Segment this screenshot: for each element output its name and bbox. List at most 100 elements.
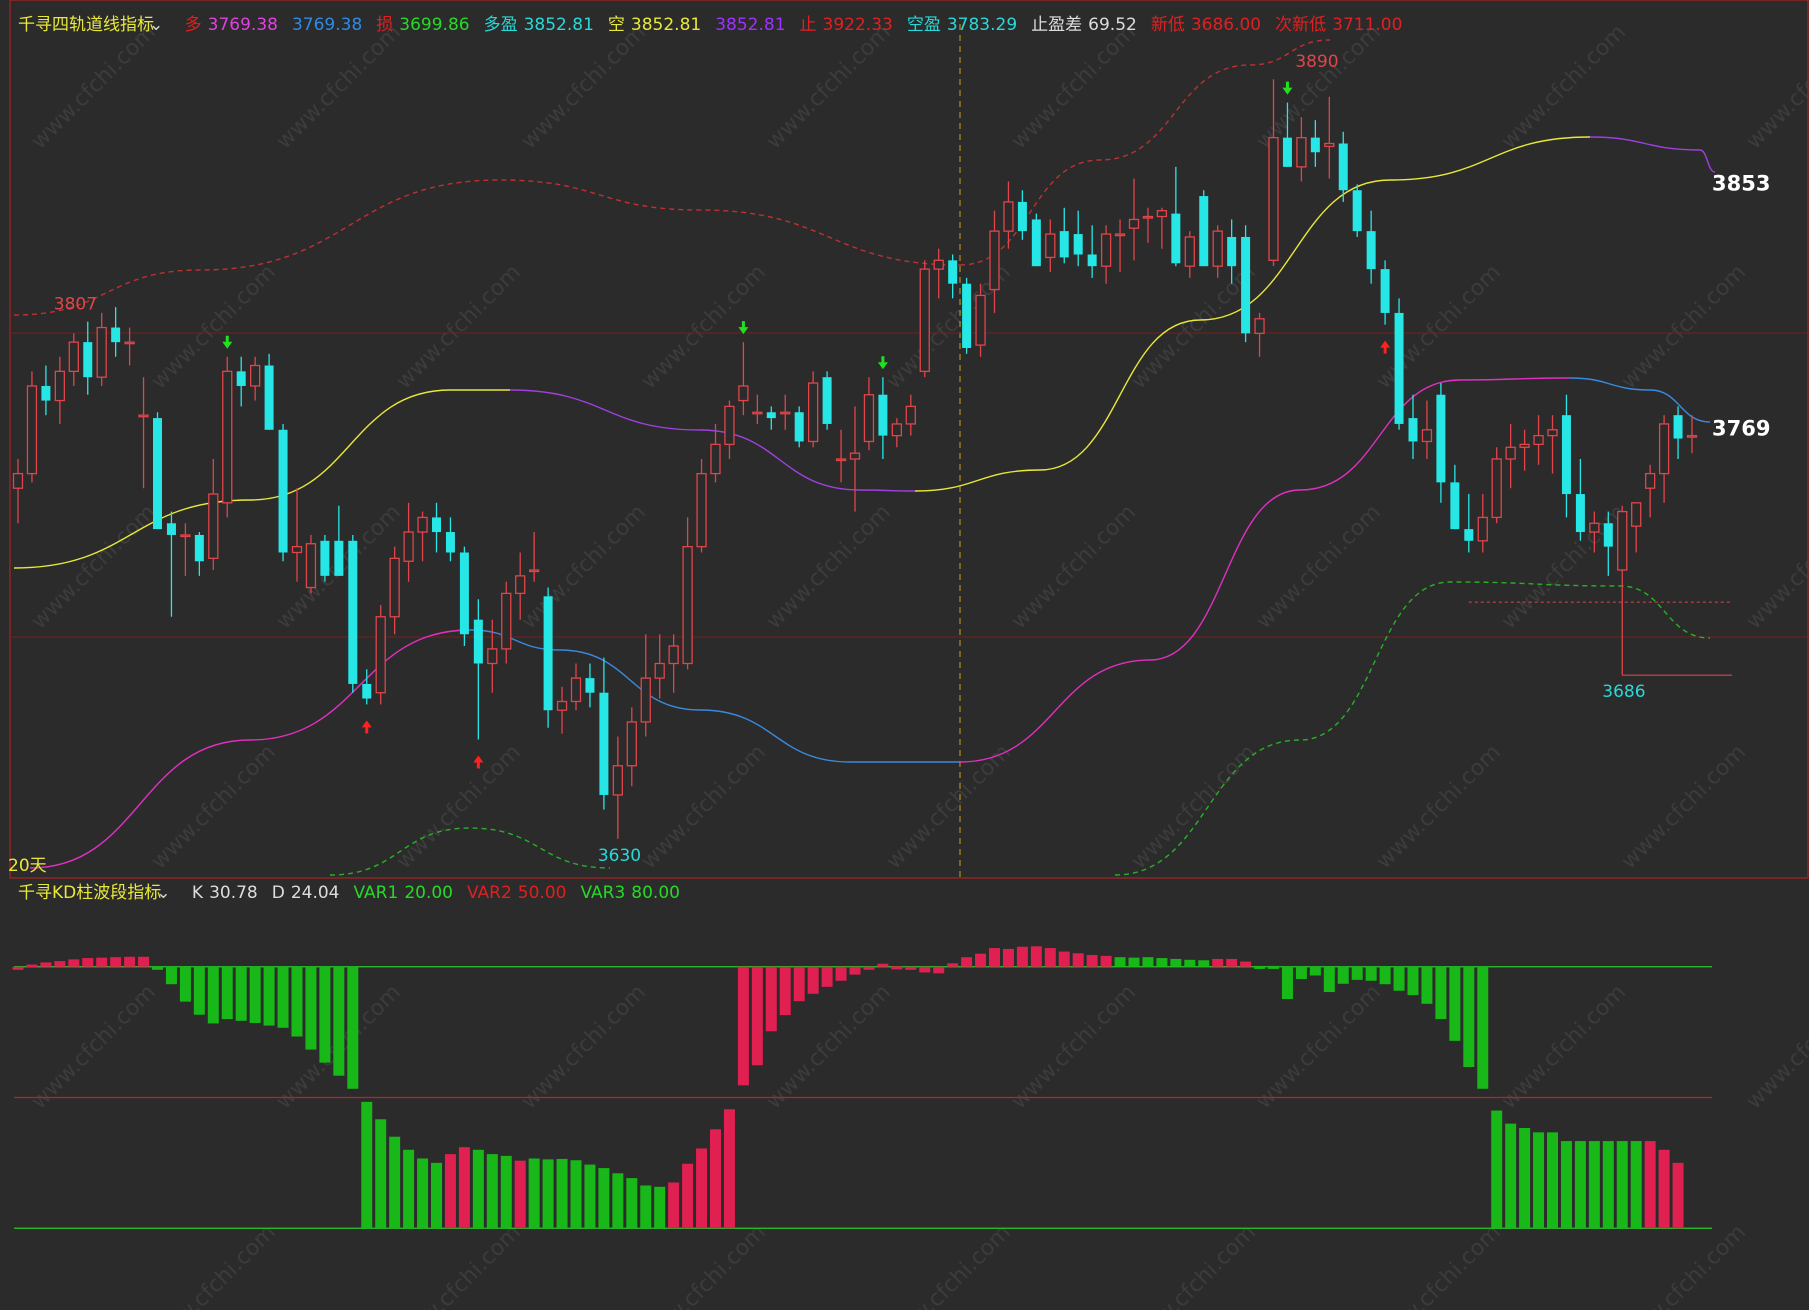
candle-body-up [975,294,986,346]
kd-indicator-name[interactable]: 千寻KD柱波段指标 [18,883,161,903]
kd-bar [765,966,777,1032]
candle [780,394,791,430]
extreme-price-label: 3630 [598,846,641,866]
candle [1645,464,1656,518]
candle [1114,219,1126,273]
kd-bar [821,966,833,987]
header-value-item: 3852.81 [715,15,785,35]
kd-bar [793,966,805,1002]
candle-body-down [473,619,483,664]
candle-body-down [948,260,958,284]
kd-bar [444,1154,456,1229]
track-line-yellow-left [13,389,510,569]
candle-body-up [808,382,819,443]
kd-bar [1142,957,1154,967]
candle-body-up [1617,510,1628,571]
candle [1561,394,1571,518]
candle [1575,459,1585,541]
candle [249,356,261,401]
kd-bar [654,1186,666,1229]
candle-body-up [249,364,261,387]
watermark-text: www.cfchi.com [637,740,771,874]
candle [403,502,414,582]
header-value-number: 3852.81 [523,15,594,35]
candle-body-down [1227,236,1237,267]
candle [1087,225,1097,278]
candle-body-down [1199,196,1209,267]
candle-body-up [989,230,1000,291]
candle-body-down [1282,137,1292,167]
candle-body-up [556,700,568,711]
kd-bar [835,966,847,981]
kd-bar [1309,966,1321,976]
kd-bar [598,1168,610,1229]
watermark-text: www.cfchi.com [1007,20,1141,154]
candle-body-down [1338,143,1348,191]
candle [1003,181,1014,249]
candle [849,406,861,512]
watermark-text: www.cfchi.com [1372,1220,1506,1310]
candle-body-down [1561,415,1571,495]
kd-bar [961,957,973,967]
candle [1142,207,1154,243]
kd-bar [626,1178,638,1229]
kd-bar [375,1119,387,1229]
header-value-label: D [271,883,285,903]
candle-body-up [1491,458,1502,519]
candle [822,371,832,430]
candle [501,581,512,664]
kd-bar [542,1159,554,1229]
header-value-item: 新低 3686.00 [1151,15,1261,35]
main-indicator-name[interactable]: 千寻四轨道线指标 [18,15,154,35]
kd-bar [1044,948,1056,967]
candle [54,356,65,424]
candle-body-up [1477,516,1488,542]
sell-arrow-icon [1282,81,1293,95]
chart-canvas[interactable]: www.cfchi.com www.cfchi.com www.cfchi.com w… [0,0,1809,1310]
candle-body-up [849,452,861,460]
kd-bar [891,966,903,970]
header-value-number: 3852.81 [630,15,702,35]
candle [808,371,819,448]
chevron-down-icon[interactable]: ⌄ [156,883,170,903]
candle-body-down [1408,418,1418,442]
header-value-item: 空盈 3783.29 [907,15,1017,35]
watermark-text: www.cfchi.com [1497,980,1631,1114]
kd-bar [12,966,24,970]
candle-body-up [1156,210,1168,218]
candle [1380,260,1390,325]
candle-body-up [612,765,623,796]
candle-body-down [432,517,441,533]
chevron-down-icon[interactable]: ⌄ [149,15,163,35]
candle [1477,494,1488,553]
watermark-text: www.cfchi.com [882,1220,1016,1310]
header-value-item: 多盈 3852.81 [484,15,594,35]
header-value-number: 20.00 [404,883,453,903]
header-value-item: VAR1 20.00 [354,883,453,903]
candle-body-up [124,341,135,345]
kd-bar [417,1158,429,1229]
candle [1450,464,1460,530]
candle-body-up [1184,236,1195,267]
candle [305,534,317,594]
candle-body-down [1603,523,1613,547]
candle-body-down [111,327,121,343]
candle-body-up [1505,446,1516,460]
candle [348,534,358,693]
candle-body-up [291,545,303,554]
kd-bar [1337,966,1349,984]
candle-body-down [1241,236,1251,334]
watermark-text: www.cfchi.com [762,20,896,154]
kd-bar [933,966,945,974]
candle [375,605,386,705]
candle [264,353,274,430]
candle-body-down [362,683,372,699]
candle [153,412,162,530]
kd-bar [1268,965,1279,969]
candle [1059,207,1069,264]
candle-body-up [919,268,930,373]
main-indicator-header: 千寻四轨道线指标⌄ 多 3769.38 3769.38 损 3699.86 多盈 3852.… [18,10,1416,35]
kd-bar [570,1160,582,1229]
kd-bar [54,961,66,967]
candle [1310,120,1320,167]
